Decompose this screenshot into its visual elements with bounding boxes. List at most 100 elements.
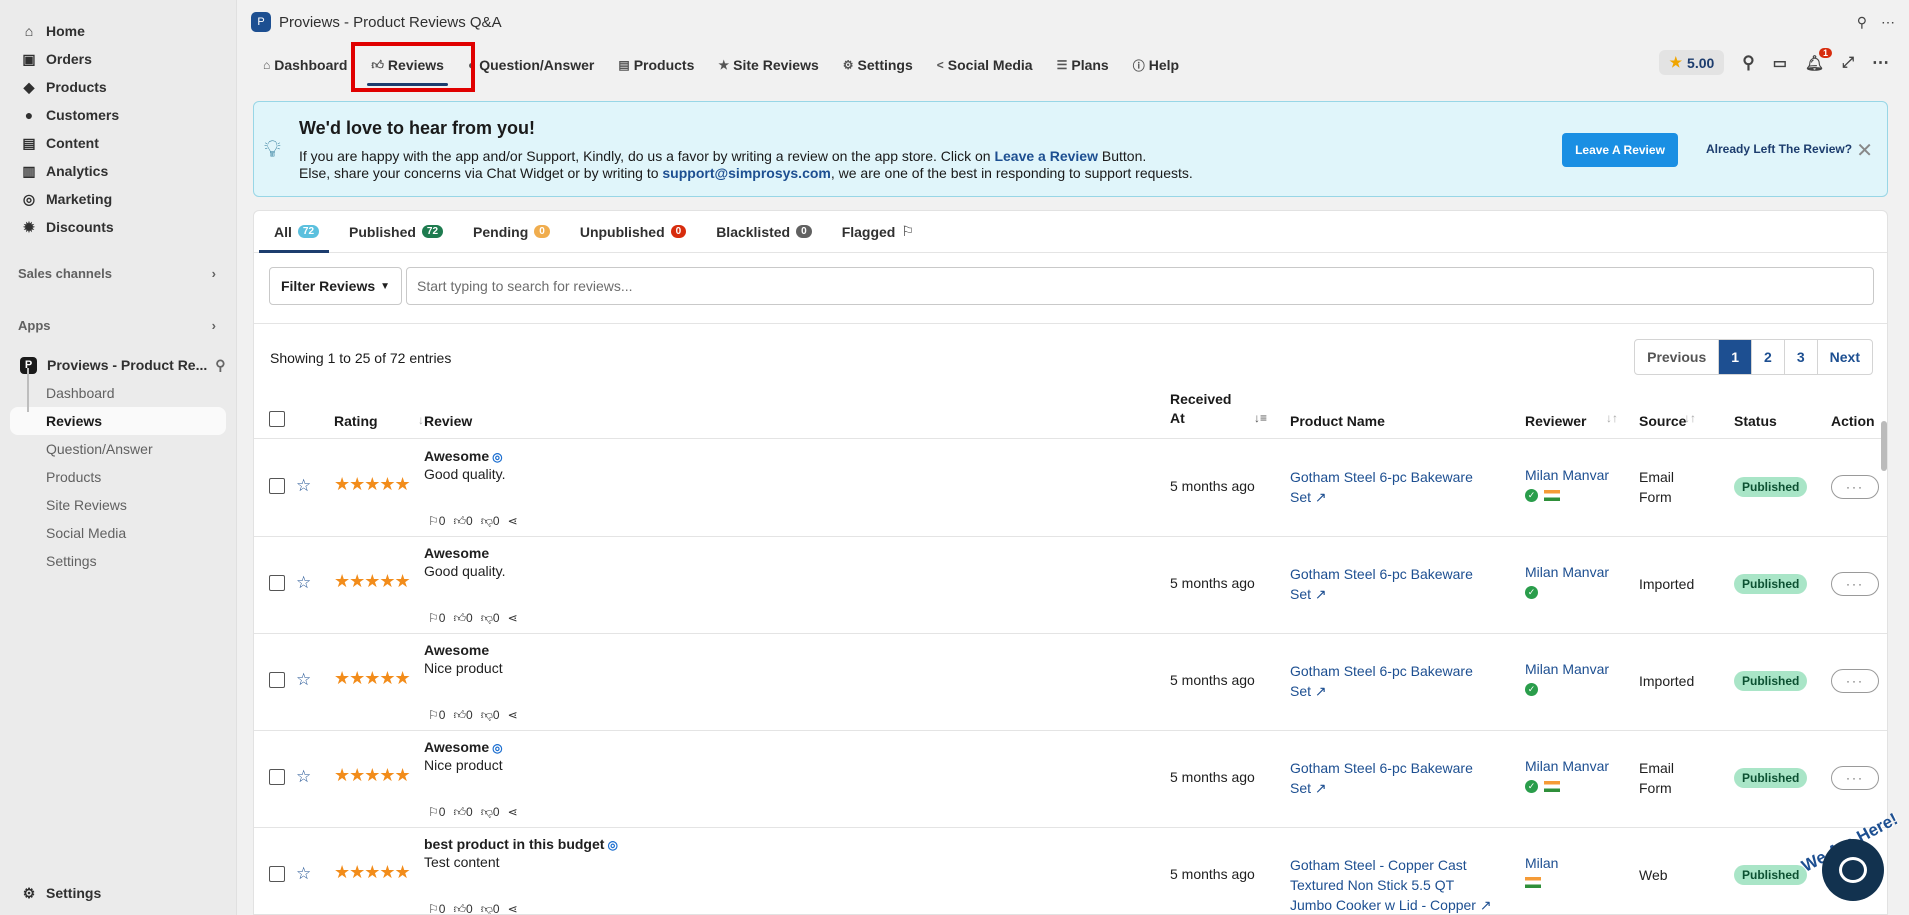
favorite-star-icon[interactable]: ☆ [296, 670, 311, 690]
favorite-star-icon[interactable]: ☆ [296, 573, 311, 593]
nav-products[interactable]: ◆ Products [0, 73, 236, 101]
app-sub-dashboard[interactable]: Dashboard [0, 379, 236, 407]
row-checkbox[interactable] [269, 672, 285, 688]
search-icon[interactable]: ⚲ [1742, 53, 1754, 73]
row-action-menu-button[interactable]: ··· [1831, 669, 1879, 693]
nav-analytics[interactable]: ▥ Analytics [0, 157, 236, 185]
notifications-button[interactable]: 🔔︎ 1 [1805, 47, 1832, 72]
leave-review-button[interactable]: Leave A Review [1562, 133, 1678, 167]
tab-dashboard[interactable]: ⌂ Dashboard [263, 44, 347, 86]
tab-products[interactable]: ▤ Products [618, 44, 694, 86]
app-sub-settings[interactable]: Settings [0, 547, 236, 575]
select-all-checkbox[interactable] [269, 411, 285, 427]
col-rating[interactable]: Rating [334, 413, 378, 429]
pin-icon[interactable]: ⚲ [1857, 14, 1867, 31]
sales-channels-header[interactable]: Sales channels › [0, 259, 236, 287]
product-link[interactable]: Gotham Steel 6-pc Bakeware Set ↗ [1290, 564, 1495, 604]
dislike-count[interactable]: 👎︎0 [481, 805, 500, 820]
row-checkbox[interactable] [269, 478, 285, 494]
nav-settings[interactable]: ⚙ Settings [0, 879, 102, 907]
nav-customers[interactable]: ● Customers [0, 101, 236, 129]
like-count[interactable]: 👍︎0 [453, 805, 472, 820]
product-link[interactable]: Gotham Steel 6-pc Bakeware Set ↗ [1290, 661, 1495, 701]
status-tab-flagged[interactable]: Flagged ⚐ [842, 211, 914, 253]
expand-icon[interactable]: ⤢ [1842, 54, 1854, 71]
reviewer-link[interactable]: Milan [1525, 855, 1558, 871]
row-action-menu-button[interactable]: ··· [1831, 475, 1879, 499]
pager-previous[interactable]: Previous [1635, 340, 1718, 374]
row-action-menu-button[interactable]: ··· [1831, 766, 1879, 790]
product-link[interactable]: Gotham Steel 6-pc Bakeware Set ↗ [1290, 758, 1495, 798]
tab-help[interactable]: ⓘ Help [1133, 44, 1179, 86]
share-icon[interactable]: ⋖ [508, 611, 518, 626]
favorite-star-icon[interactable]: ☆ [296, 864, 311, 884]
filter-reviews-button[interactable]: Filter Reviews ▼ [269, 267, 402, 305]
apps-header[interactable]: Apps › [0, 311, 236, 339]
flag-count[interactable]: ⚐0 [428, 708, 445, 723]
favorite-star-icon[interactable]: ☆ [296, 767, 311, 787]
share-icon[interactable]: ⋖ [508, 514, 518, 529]
nav-orders[interactable]: ▣ Orders [0, 45, 236, 73]
flag-count[interactable]: ⚐0 [428, 611, 445, 626]
col-source[interactable]: Source [1639, 413, 1686, 429]
more-icon[interactable]: ⋯ [1872, 53, 1889, 73]
status-tab-blacklisted[interactable]: Blacklisted 0 [716, 211, 812, 253]
reviewer-link[interactable]: Milan Manvar [1525, 758, 1609, 774]
share-icon[interactable]: ⋖ [508, 902, 518, 914]
dislike-count[interactable]: 👎︎0 [481, 708, 500, 723]
tab-settings[interactable]: ⚙ Settings [843, 44, 913, 86]
reviewer-link[interactable]: Milan Manvar [1525, 467, 1609, 483]
share-icon[interactable]: ⋖ [508, 708, 518, 723]
nav-content[interactable]: ▤ Content [0, 129, 236, 157]
pin-icon[interactable]: ⚲ [215, 357, 225, 374]
app-sub-site-reviews[interactable]: Site Reviews [0, 491, 236, 519]
row-checkbox[interactable] [269, 769, 285, 785]
nav-discounts[interactable]: ✹ Discounts [0, 213, 236, 241]
row-checkbox[interactable] [269, 866, 285, 882]
product-link[interactable]: Gotham Steel 6-pc Bakeware Set ↗ [1290, 467, 1495, 507]
app-sub-products[interactable]: Products [0, 463, 236, 491]
tab-plans[interactable]: ☰ Plans [1057, 44, 1109, 86]
status-tab-all[interactable]: All 72 [258, 211, 330, 253]
close-icon[interactable]: ✕ [1856, 138, 1873, 163]
app-rating-button[interactable]: ★ 5.00 [1659, 50, 1725, 75]
status-tab-pending[interactable]: Pending 0 [473, 211, 550, 253]
flag-count[interactable]: ⚐0 [428, 805, 445, 820]
flag-count[interactable]: ⚐0 [428, 514, 445, 529]
dislike-count[interactable]: 👎︎0 [481, 611, 500, 626]
nav-home[interactable]: ⌂ Home [0, 17, 236, 45]
leave-review-link[interactable]: Leave a Review [994, 148, 1098, 164]
share-icon[interactable]: ⋖ [508, 805, 518, 820]
pager-page-3[interactable]: 3 [1783, 340, 1817, 374]
pager-page-1[interactable]: 1 [1718, 340, 1752, 374]
like-count[interactable]: 👍︎0 [453, 902, 472, 914]
more-icon[interactable]: ⋯ [1881, 14, 1895, 31]
dislike-count[interactable]: 👎︎0 [481, 902, 500, 914]
like-count[interactable]: 👍︎0 [453, 611, 472, 626]
tab-site-reviews[interactable]: ★ Site Reviews [718, 44, 818, 86]
flag-count[interactable]: ⚐0 [428, 902, 445, 914]
like-count[interactable]: 👍︎0 [453, 708, 472, 723]
already-left-review-button[interactable]: Already Left The Review? [1706, 142, 1852, 156]
support-email-link[interactable]: support@simprosys.com [662, 165, 830, 181]
sort-desc-icon[interactable]: ↓≡ [1254, 411, 1267, 425]
app-proviews[interactable]: P Proviews - Product Re... ⚲ [0, 351, 236, 379]
id-card-icon[interactable]: ▭ [1773, 54, 1787, 72]
app-sub-question-answer[interactable]: Question/Answer [0, 435, 236, 463]
row-action-menu-button[interactable]: ··· [1831, 572, 1879, 596]
like-count[interactable]: 👍︎0 [453, 514, 472, 529]
col-received-at[interactable]: Received At [1170, 391, 1231, 426]
pager-next[interactable]: Next [1816, 340, 1872, 374]
status-tab-published[interactable]: Published 72 [349, 211, 444, 253]
nav-marketing[interactable]: ◎ Marketing [0, 185, 236, 213]
sort-icon[interactable]: ↓↑ [1606, 411, 1618, 425]
search-reviews-input[interactable] [406, 267, 1874, 305]
row-checkbox[interactable] [269, 575, 285, 591]
dislike-count[interactable]: 👎︎0 [481, 514, 500, 529]
favorite-star-icon[interactable]: ☆ [296, 476, 311, 496]
tab-question-answer[interactable]: ● Question/Answer [468, 44, 594, 86]
sort-icon[interactable]: ↓↑ [1684, 411, 1696, 425]
reviewer-link[interactable]: Milan Manvar [1525, 564, 1609, 580]
scrollbar[interactable] [1881, 421, 1887, 471]
app-sub-reviews[interactable]: Reviews [10, 407, 226, 435]
